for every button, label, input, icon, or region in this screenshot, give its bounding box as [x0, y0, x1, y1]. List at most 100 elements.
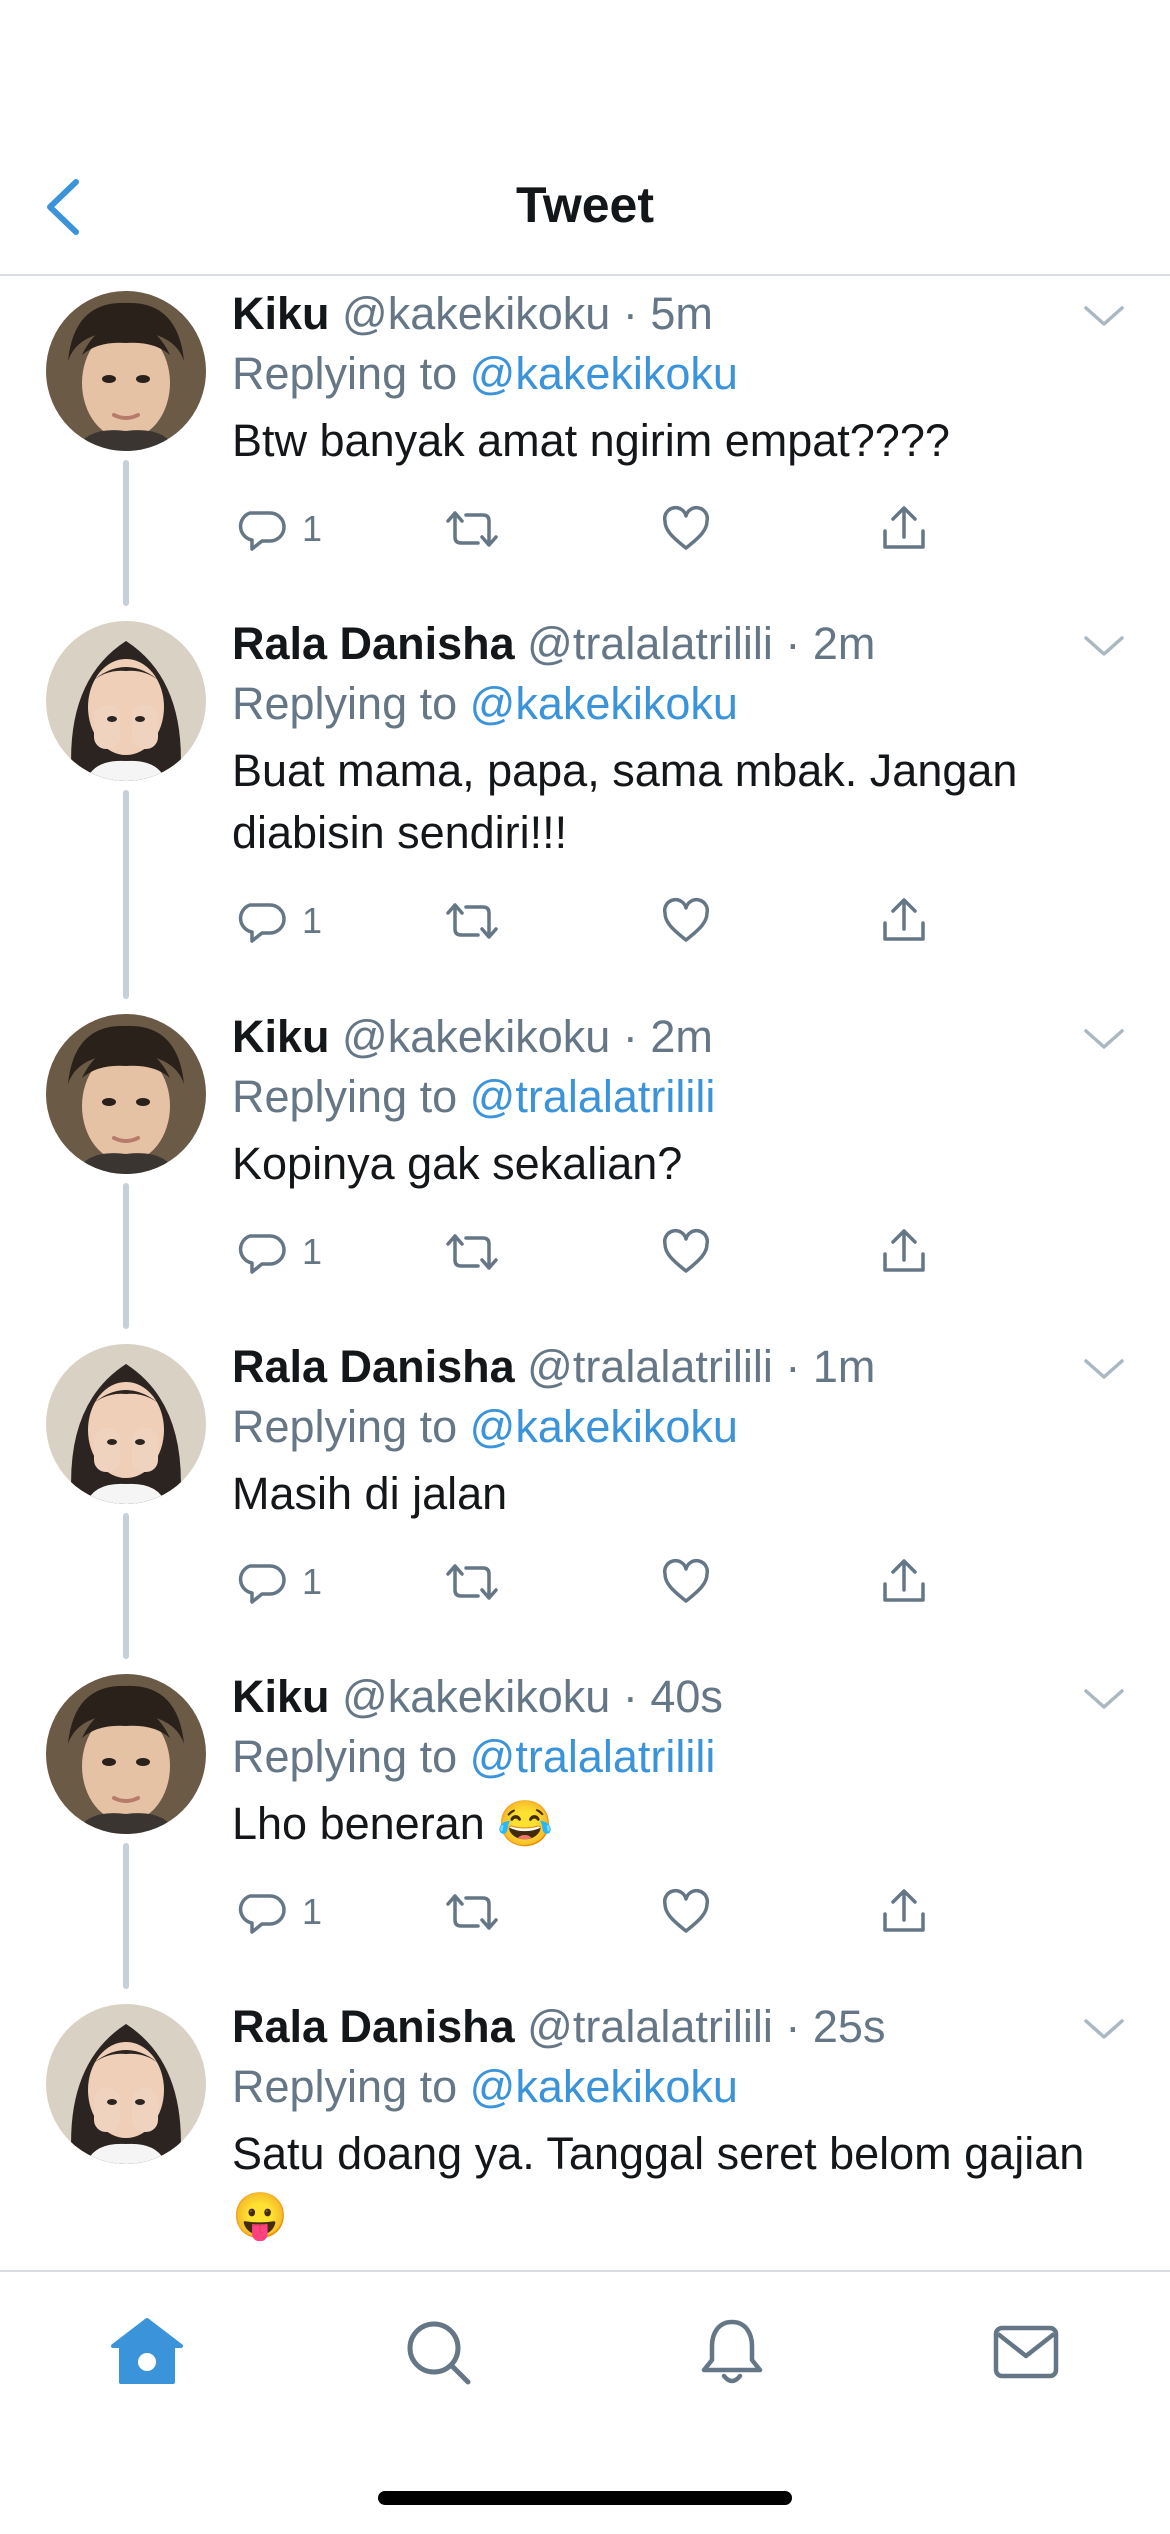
like-button[interactable]: [660, 1547, 712, 1617]
reply-button[interactable]: 1: [236, 1547, 322, 1617]
avatar[interactable]: [46, 2004, 206, 2164]
timestamp: 1m: [812, 1341, 876, 1392]
avatar[interactable]: [46, 1014, 206, 1174]
heart-icon: [662, 1559, 710, 1603]
chevron-down-icon: [1084, 1689, 1124, 1709]
replying-to: Replying to @kakekikoku: [232, 344, 1092, 404]
thread-connector-line: [123, 1843, 129, 1989]
avatar[interactable]: [46, 291, 206, 451]
heart-icon: [662, 506, 710, 550]
replying-to: Replying to @tralalatrilili: [232, 1067, 1092, 1127]
tweet-text: Kopinya gak sekalian?: [232, 1138, 683, 1189]
replying-to: Replying to @kakekikoku: [232, 674, 1092, 734]
share-icon: [883, 1229, 925, 1272]
share-button[interactable]: [878, 1217, 930, 1287]
like-button[interactable]: [660, 1877, 712, 1947]
username: @kakekikoku: [342, 1011, 611, 1062]
tweet-menu-button[interactable]: [1078, 1679, 1130, 1719]
reply-icon: [238, 1564, 286, 1604]
tweet-text: Satu doang ya. Tanggal seret belom gajia…: [232, 2128, 1085, 2241]
tweet-menu-button[interactable]: [1078, 296, 1130, 336]
tweet-menu-button[interactable]: [1078, 1019, 1130, 1059]
retweet-button[interactable]: [442, 494, 502, 564]
display-name[interactable]: Rala Danisha: [232, 1341, 515, 1392]
mention-link[interactable]: @tralalatrilili: [470, 1071, 716, 1122]
replying-to-label: Replying to: [232, 1731, 458, 1782]
avatar[interactable]: [46, 621, 206, 781]
mention-link[interactable]: @kakekikoku: [470, 2061, 738, 2112]
tab-home[interactable]: [107, 2312, 187, 2392]
tweet[interactable]: Kiku @kakekikoku · 40s Replying to @tral…: [0, 1659, 1170, 1989]
tweet-content: Kiku @kakekikoku · 2m Replying to @trala…: [232, 999, 1092, 1287]
reply-count: 1: [302, 1561, 323, 1602]
reply-button[interactable]: 1: [236, 1217, 322, 1287]
reply-button[interactable]: 1: [236, 1877, 322, 1947]
like-button[interactable]: [660, 886, 712, 956]
heart-icon: [662, 1229, 710, 1273]
retweet-icon: [446, 1894, 498, 1930]
tweet-actions: 1: [232, 886, 1092, 956]
share-icon: [883, 1559, 925, 1602]
tweet-content: Rala Danisha @tralalatrilili · 1m Replyi…: [232, 1329, 1092, 1617]
retweet-button[interactable]: [442, 1217, 502, 1287]
mention-link[interactable]: @kakekikoku: [470, 678, 738, 729]
tweet-header: Rala Danisha @tralalatrilili · 2m: [232, 614, 1092, 674]
kiku-avatar: [46, 291, 206, 451]
avatar[interactable]: [46, 1344, 206, 1504]
avatar[interactable]: [46, 1674, 206, 1834]
display-name[interactable]: Rala Danisha: [232, 618, 515, 669]
display-name[interactable]: Rala Danisha: [232, 2001, 515, 2052]
tweet-content: Kiku @kakekikoku · 5m Replying to @kakek…: [232, 276, 1092, 564]
rala-avatar: [46, 1344, 206, 1504]
replying-to: Replying to @tralalatrilili: [232, 1727, 1092, 1787]
retweet-button[interactable]: [442, 1547, 502, 1617]
display-name[interactable]: Kiku: [232, 1671, 330, 1722]
mention-link[interactable]: @tralalatrilili: [470, 1731, 716, 1782]
chevron-down-icon: [1084, 636, 1124, 656]
mention-link[interactable]: @kakekikoku: [470, 348, 738, 399]
kiku-avatar: [46, 1014, 206, 1174]
reply-icon: [238, 511, 286, 551]
tweet[interactable]: Rala Danisha @tralalatrilili · 25s Reply…: [0, 1989, 1170, 2270]
reply-button[interactable]: 1: [236, 886, 322, 956]
tab-notifications[interactable]: [692, 2312, 772, 2392]
reply-icon: [238, 1234, 286, 1274]
reply-button[interactable]: 1: [236, 494, 322, 564]
tweet[interactable]: Kiku @kakekikoku · 5m Replying to @kakek…: [0, 276, 1170, 606]
thread-connector-line: [123, 1513, 129, 1659]
reply-count: 1: [302, 1891, 323, 1932]
timestamp: 5m: [650, 288, 713, 339]
thread-connector-line: [123, 1183, 129, 1329]
tweet[interactable]: Rala Danisha @tralalatrilili · 2m Replyi…: [0, 606, 1170, 999]
like-button[interactable]: [660, 494, 712, 564]
tab-messages[interactable]: [986, 2312, 1066, 2392]
reply-icon: [238, 903, 286, 943]
tweet[interactable]: Rala Danisha @tralalatrilili · 1m Replyi…: [0, 1329, 1170, 1659]
home-indicator: [378, 2491, 792, 2505]
retweet-button[interactable]: [442, 886, 502, 956]
timestamp: 2m: [812, 618, 876, 669]
top-navigation-bar: Tweet: [0, 0, 1170, 276]
username: @kakekikoku: [342, 288, 611, 339]
tweet-menu-button[interactable]: [1078, 626, 1130, 666]
retweet-button[interactable]: [442, 1877, 502, 1947]
tab-search[interactable]: [398, 2312, 478, 2392]
mention-link[interactable]: @kakekikoku: [470, 1401, 738, 1452]
tweet-menu-button[interactable]: [1078, 2009, 1130, 2049]
like-button[interactable]: [660, 1217, 712, 1287]
retweet-icon: [446, 511, 498, 547]
tweet-header: Rala Danisha @tralalatrilili · 25s: [232, 1997, 1092, 2057]
separator-dot: ·: [622, 1671, 638, 1722]
share-button[interactable]: [878, 886, 930, 956]
share-button[interactable]: [878, 494, 930, 564]
share-button[interactable]: [878, 1877, 930, 1947]
retweet-icon: [446, 903, 498, 939]
display-name[interactable]: Kiku: [232, 1011, 330, 1062]
tweet[interactable]: Kiku @kakekikoku · 2m Replying to @trala…: [0, 999, 1170, 1329]
timestamp: 2m: [650, 1011, 713, 1062]
replying-to-label: Replying to: [232, 2061, 458, 2112]
share-button[interactable]: [878, 1547, 930, 1617]
replying-to: Replying to @kakekikoku: [232, 1397, 1092, 1457]
display-name[interactable]: Kiku: [232, 288, 330, 339]
tweet-menu-button[interactable]: [1078, 1349, 1130, 1389]
